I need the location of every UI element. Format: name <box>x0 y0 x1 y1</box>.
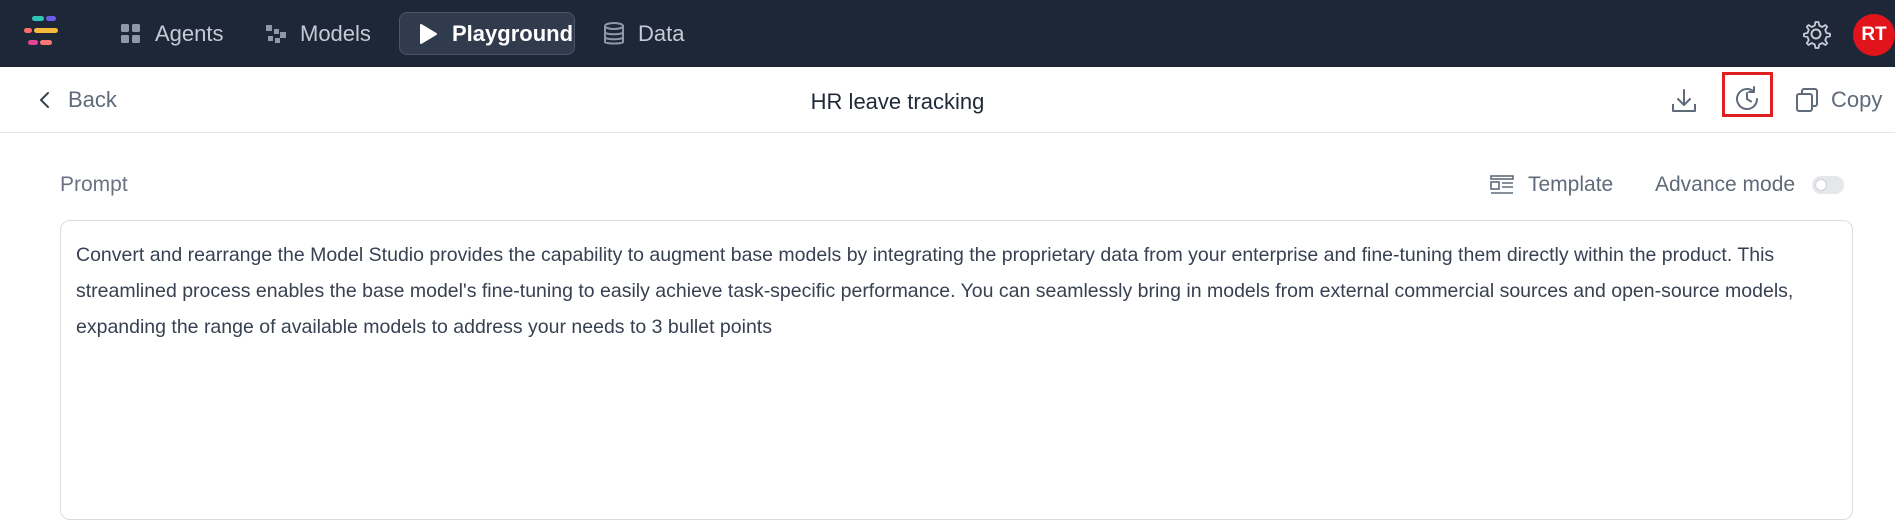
copy-button[interactable]: Copy <box>1795 87 1882 113</box>
nav-item-agents[interactable]: Agents <box>119 12 224 55</box>
template-label: Template <box>1528 173 1614 196</box>
advance-mode-toggle[interactable] <box>1812 176 1844 194</box>
template-icon <box>1490 175 1514 194</box>
grid-icon <box>119 22 143 46</box>
download-icon[interactable] <box>1670 87 1698 115</box>
template-button[interactable]: Template <box>1490 173 1613 197</box>
nav-label: Models <box>300 20 371 46</box>
copy-label: Copy <box>1831 87 1883 112</box>
nav-label: Playground <box>452 20 574 46</box>
user-avatar[interactable]: RT <box>1853 14 1895 56</box>
page-title: HR leave tracking <box>810 89 985 114</box>
prompt-text: Convert and rearrange the Model Studio p… <box>76 244 1794 338</box>
database-icon <box>602 21 626 46</box>
toggle-knob <box>1815 179 1827 191</box>
advance-mode-label: Advance mode <box>1655 173 1796 196</box>
play-icon <box>416 22 440 46</box>
page-header: Back HR leave tracking Copy <box>0 67 1895 133</box>
top-nav-bar: Agents Models Playground Data RT <box>0 0 1895 67</box>
nav-label: Data <box>638 20 685 46</box>
history-icon[interactable] <box>1733 85 1761 113</box>
nav-item-data[interactable]: Data <box>602 12 684 55</box>
nav-item-playground[interactable]: Playground <box>399 12 575 55</box>
nav-item-models[interactable]: Models <box>264 12 371 55</box>
models-icon <box>264 22 288 46</box>
app-logo-icon[interactable] <box>24 14 72 52</box>
copy-icon <box>1796 88 1818 112</box>
nav-label: Agents <box>155 20 224 46</box>
prompt-textarea[interactable]: Convert and rearrange the Model Studio p… <box>60 220 1853 520</box>
gear-icon[interactable] <box>1801 19 1831 49</box>
prompt-label: Prompt <box>60 173 128 196</box>
